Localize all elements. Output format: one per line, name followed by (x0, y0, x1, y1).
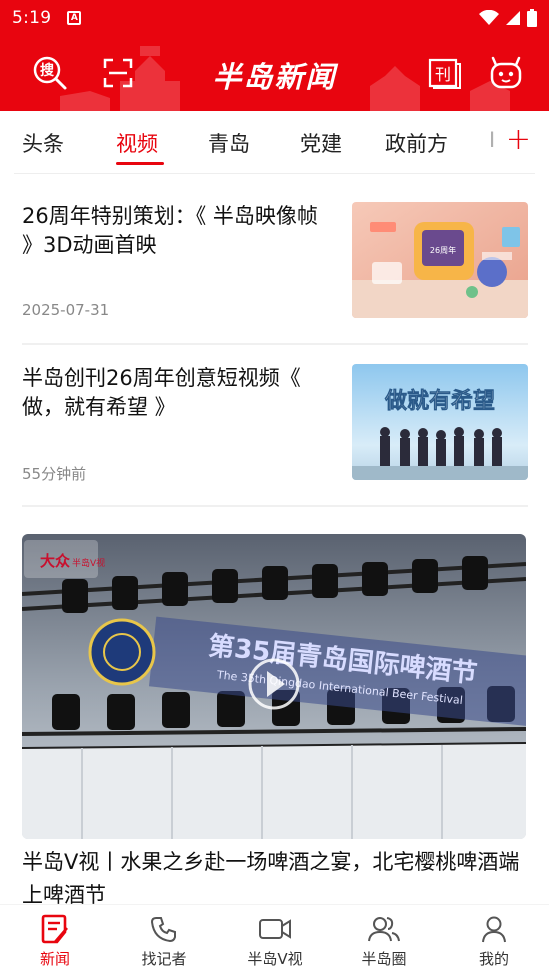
news-thumbnail: 26周年 (352, 202, 528, 318)
notification-icon: A (67, 11, 82, 25)
video-watermark: 大众 (40, 552, 70, 570)
nav-news-label: 新闻 (39, 950, 70, 968)
nav-community[interactable]: 半岛圈 (339, 913, 429, 969)
nav-find-reporter-label: 找记者 (141, 950, 187, 968)
item-divider (22, 343, 528, 345)
nav-vvideo-label: 半岛V视 (247, 950, 303, 968)
news-title: 26周年特别策划：《 半岛映像帧 》3D动画首映 (22, 204, 318, 257)
video-thumbnail: 第35届青岛国际啤酒节 The 35th Qingdao Internation… (22, 534, 526, 839)
video-watermark-tag: 半岛V视 (72, 557, 105, 569)
bottom-navigation: 新闻 找记者 半岛V视 半岛圈 我的 (0, 904, 549, 976)
item-divider (22, 505, 528, 507)
news-title: 半岛创刊26周年创意短视频《 做，就有希望 》 (22, 366, 301, 419)
nav-vvideo[interactable]: 半岛V视 (230, 913, 320, 969)
nav-find-reporter[interactable]: 找记者 (119, 913, 209, 969)
signal-icon (506, 11, 520, 25)
video-camera-icon (259, 919, 291, 939)
phone-icon (150, 917, 176, 943)
news-icon (41, 914, 68, 944)
group-icon (368, 917, 400, 942)
robot-assistant-button[interactable] (486, 53, 526, 93)
tab-headlines[interactable]: 头条 (22, 128, 64, 158)
nav-news[interactable]: 新闻 (10, 913, 100, 969)
app-logo: 半岛新闻 (212, 60, 337, 94)
tab-video[interactable]: 视频 (116, 128, 158, 158)
nav-community-label: 半岛圈 (361, 950, 407, 968)
nav-profile-label: 我的 (478, 950, 509, 968)
add-channel-button[interactable]: + (506, 125, 531, 155)
active-tab-indicator (116, 162, 164, 165)
user-icon (482, 916, 506, 943)
epaper-icon: 刊 (428, 58, 461, 89)
news-thumbnail: 做就有希望 (352, 364, 528, 480)
thumb-text: 26周年 (430, 245, 456, 255)
channel-tabs: 头条 视频 青岛 党建 政前方 I + (0, 111, 549, 173)
video-title[interactable]: 半岛V视丨水果之乡赴一场啤酒之宴，北宅樱桃啤酒端上啤酒节 (22, 846, 528, 904)
news-time: 55分钟前 (22, 465, 87, 483)
video-card[interactable]: 第35届青岛国际啤酒节 The 35th Qingdao Internation… (22, 534, 526, 839)
news-date: 2025-07-31 (22, 301, 110, 319)
epaper-icon-char: 刊 (435, 65, 451, 84)
tab-government[interactable]: 政前方 (385, 128, 448, 158)
app-header: 搜 半岛新闻 刊 (0, 36, 549, 111)
status-indicators (479, 9, 537, 27)
status-time: 5:19 (12, 8, 52, 28)
wifi-icon (479, 10, 499, 25)
battery-icon (527, 9, 537, 27)
news-item[interactable]: 半岛创刊26周年创意短视频《 做，就有希望 》 55分钟前 做就有希望 (22, 364, 528, 499)
tab-party-building[interactable]: 党建 (300, 128, 342, 158)
status-bar: 5:19 A (0, 0, 549, 36)
nav-profile[interactable]: 我的 (449, 913, 539, 969)
tab-qingdao[interactable]: 青岛 (208, 128, 250, 158)
thumb-text: 做就有希望 (384, 388, 495, 414)
tabs-divider (14, 173, 535, 174)
news-item[interactable]: 26周年特别策划：《 半岛映像帧 》3D动画首映 2025-07-31 26周年 (22, 202, 528, 337)
robot-icon (490, 56, 522, 89)
epaper-button[interactable]: 刊 (424, 53, 464, 93)
